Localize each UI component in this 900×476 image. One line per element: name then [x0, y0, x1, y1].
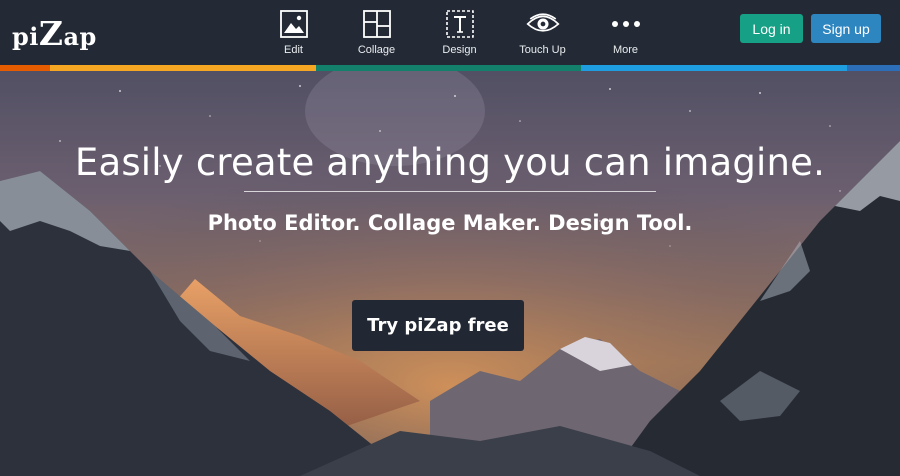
main-nav: Edit Collage Design Touch Up More [252, 0, 667, 65]
login-button[interactable]: Log in [740, 14, 803, 43]
signup-button[interactable]: Sign up [811, 14, 881, 43]
top-navigation-bar: piZap Edit Collage Design Touch Up More … [0, 0, 900, 65]
more-dots-icon [609, 8, 643, 40]
collage-grid-icon [360, 8, 394, 40]
nav-item-label: Edit [284, 44, 303, 56]
nav-item-more[interactable]: More [584, 0, 667, 65]
headline-divider [244, 191, 656, 192]
nav-item-label: Collage [357, 44, 396, 56]
logo-text-ap: ap [63, 22, 97, 51]
text-frame-icon [443, 8, 477, 40]
nav-item-edit[interactable]: Edit [252, 0, 335, 65]
nav-item-label: More [612, 44, 639, 56]
nav-item-touch-up[interactable]: Touch Up [501, 0, 584, 65]
image-icon [277, 8, 311, 40]
pizap-logo[interactable]: piZap [12, 14, 97, 53]
hero-headline: Easily create anything you can imagine. [74, 141, 826, 184]
try-free-button[interactable]: Try piZap free [352, 300, 524, 351]
mountain-landscape-image [0, 71, 900, 476]
nav-item-label: Design [442, 44, 477, 56]
nav-item-label: Touch Up [519, 44, 566, 56]
nav-item-design[interactable]: Design [418, 0, 501, 65]
eye-icon [525, 8, 560, 40]
logo-text-pi: pi [12, 22, 39, 51]
hero-subline: Photo Editor. Collage Maker. Design Tool… [207, 211, 693, 235]
logo-text-z: Z [38, 14, 64, 53]
nav-item-collage[interactable]: Collage [335, 0, 418, 65]
hero-section: Easily create anything you can imagine. … [0, 71, 900, 476]
